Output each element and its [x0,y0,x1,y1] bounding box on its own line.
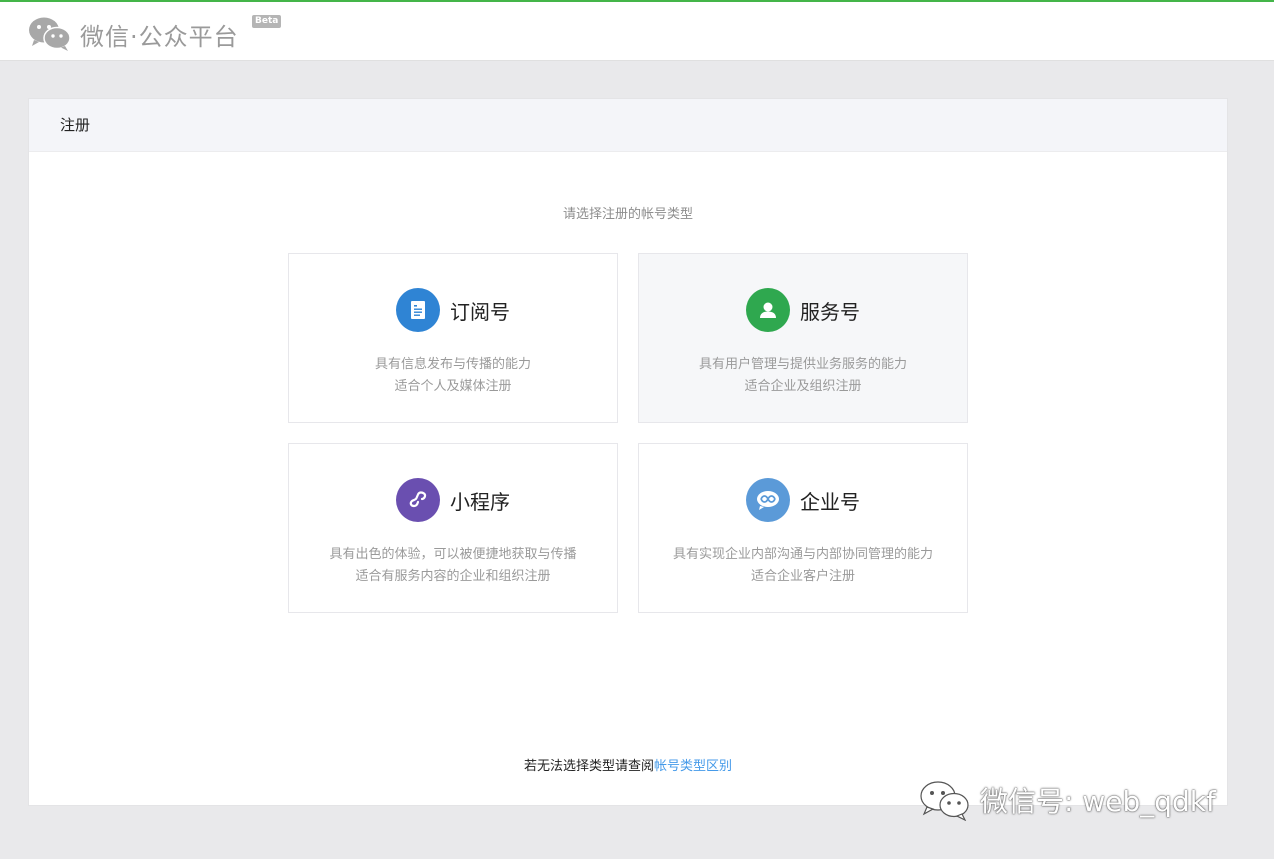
card-desc-line: 具有出色的体验，可以被便捷地获取与传播 [329,547,577,562]
card-description: 具有信息发布与传播的能力 适合个人及媒体注册 [289,354,617,398]
card-title: 服务号 [800,299,860,324]
service-account-card[interactable]: 服务号 具有用户管理与提供业务服务的能力 适合企业及组织注册 [638,253,968,423]
help-text: 若无法选择类型请查阅 [523,759,654,774]
card-description: 具有用户管理与提供业务服务的能力 适合企业及组织注册 [639,354,967,398]
top-header: 微信·公众平台 Beta [0,2,1274,61]
enterprise-account-card[interactable]: 企业号 具有实现企业内部沟通与内部协同管理的能力 适合企业客户注册 [638,443,968,613]
beta-badge: Beta [252,15,282,28]
card-title: 订阅号 [450,299,510,324]
watermark: 微信号: web_qdkf [918,778,1216,822]
card-desc-line: 具有信息发布与传播的能力 [374,357,531,372]
card-desc-line: 具有实现企业内部沟通与内部协同管理的能力 [672,547,933,562]
mini-program-icon [396,478,440,522]
wechat-logo[interactable]: 微信·公众平台 [28,14,239,54]
panel-title: 注册 [29,99,1227,152]
watermark-text: 微信号: web_qdkf [980,785,1216,818]
account-type-prompt: 请选择注册的帐号类型 [562,207,693,222]
wechat-watermark-icon [920,781,969,821]
card-header: 服务号 [639,288,967,332]
card-header: 企业号 [639,478,967,522]
card-title: 企业号 [800,489,860,514]
account-type-difference-link[interactable]: 帐号类型区别 [654,759,732,774]
card-desc-line: 适合个人及媒体注册 [394,379,512,394]
account-type-help: 若无法选择类型请查阅帐号类型区别 [29,755,1227,774]
card-desc-line: 具有用户管理与提供业务服务的能力 [698,357,907,372]
card-description: 具有出色的体验，可以被便捷地获取与传播 适合有服务内容的企业和组织注册 [289,544,617,588]
card-header: 小程序 [289,478,617,522]
subscription-account-card[interactable]: 订阅号 具有信息发布与传播的能力 适合个人及媒体注册 [288,253,618,423]
card-title: 小程序 [450,489,510,514]
card-desc-line: 适合企业客户注册 [750,569,855,584]
document-icon [396,288,440,332]
card-header: 订阅号 [289,288,617,332]
register-panel: 注册 请选择注册的帐号类型 订阅号 具有信息发布与传播的能力 适合个人及媒体注册 [28,98,1228,806]
logo-text: 微信·公众平台 [80,22,239,51]
card-description: 具有实现企业内部沟通与内部协同管理的能力 适合企业客户注册 [639,544,967,588]
wechat-icon [29,17,71,51]
mini-program-card[interactable]: 小程序 具有出色的体验，可以被便捷地获取与传播 适合有服务内容的企业和组织注册 [288,443,618,613]
enterprise-icon [746,478,790,522]
user-icon [746,288,790,332]
card-desc-line: 适合企业及组织注册 [744,379,862,394]
card-desc-line: 适合有服务内容的企业和组织注册 [355,569,551,584]
